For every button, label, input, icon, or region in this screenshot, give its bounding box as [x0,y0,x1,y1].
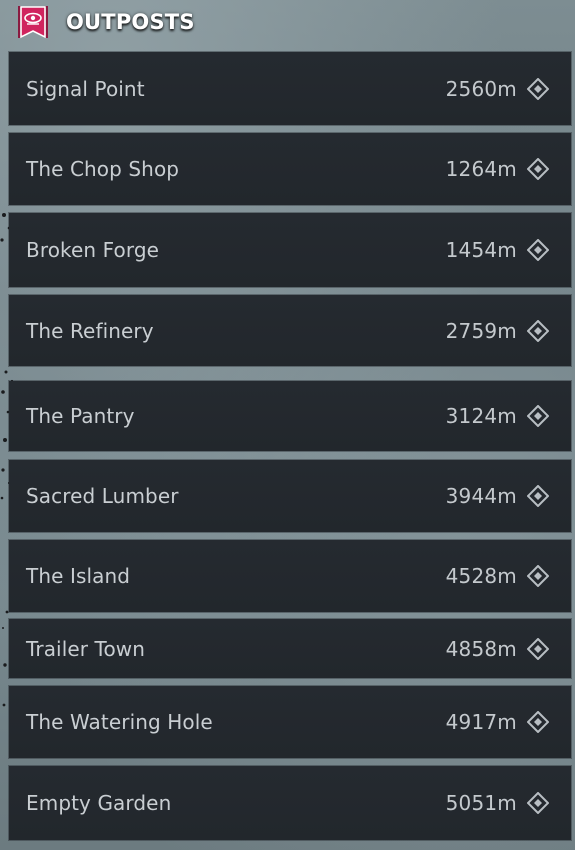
waypoint-diamond-icon[interactable] [527,792,549,814]
outpost-row-empty-garden[interactable]: Empty Garden 5051m [9,766,571,840]
waypoint-diamond-icon[interactable] [527,637,549,660]
waypoint-diamond-icon[interactable] [527,239,549,261]
outpost-name: The Island [26,564,131,588]
outpost-row-the-refinery[interactable]: The Refinery 2759m [9,295,571,366]
waypoint-diamond-icon[interactable] [527,319,549,342]
outpost-name: Sacred Lumber [26,484,179,508]
outpost-name: The Chop Shop [26,157,180,181]
outpost-distance: 1264m [445,157,517,181]
outpost-name: The Pantry [26,404,135,428]
outpost-distance: 4528m [445,564,517,588]
outpost-row-the-pantry[interactable]: The Pantry 3124m [9,381,571,451]
outpost-row-the-island[interactable]: The Island 4528m [9,540,571,612]
outpost-name: Trailer Town [26,636,146,661]
waypoint-diamond-icon[interactable] [527,405,549,427]
waypoint-diamond-icon[interactable] [527,158,549,180]
outpost-distance: 3944m [445,484,517,508]
outpost-row-signal-point[interactable]: Signal Point 2560m [9,52,571,125]
outpost-name: Signal Point [26,76,145,101]
waypoint-diamond-icon[interactable] [527,565,549,587]
outpost-row-sacred-lumber[interactable]: Sacred Lumber 3944m [9,460,571,532]
outpost-distance: 2759m [445,318,517,343]
outpost-distance: 3124m [445,404,517,428]
outpost-name: Empty Garden [26,791,172,815]
outposts-list: Signal Point 2560m The Chop Shop 1264m B… [0,0,575,850]
outpost-distance: 2560m [445,76,517,101]
waypoint-diamond-icon[interactable] [527,77,549,100]
outpost-distance: 5051m [445,791,517,815]
outpost-row-trailer-town[interactable]: Trailer Town 4858m [9,619,571,678]
outpost-distance: 1454m [445,238,517,262]
outpost-distance: 4917m [445,710,517,734]
outpost-row-the-watering-hole[interactable]: The Watering Hole 4917m [9,686,571,758]
outpost-distance: 4858m [445,636,517,661]
waypoint-diamond-icon[interactable] [527,485,549,507]
outpost-name: The Watering Hole [26,710,213,734]
outpost-row-the-chop-shop[interactable]: The Chop Shop 1264m [9,133,571,205]
outpost-row-broken-forge[interactable]: Broken Forge 1454m [9,213,571,287]
outpost-name: Broken Forge [26,238,160,262]
waypoint-diamond-icon[interactable] [527,711,549,733]
outpost-name: The Refinery [26,318,154,343]
